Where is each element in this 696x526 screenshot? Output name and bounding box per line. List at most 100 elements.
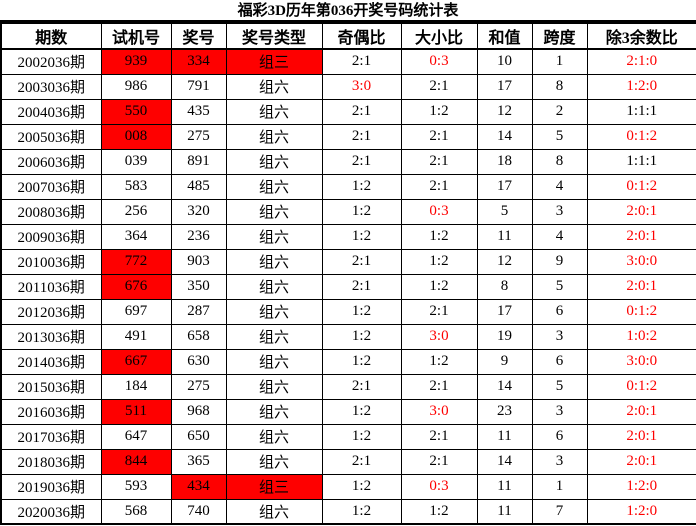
cell-mod3-ratio: 1:0:2: [586, 323, 696, 350]
cell-prize-number: 236: [170, 223, 227, 250]
cell-big-small-ratio: 2:1: [400, 173, 478, 200]
cell-mod3-ratio: 0:1:2: [586, 298, 696, 325]
cell-span: 5: [531, 273, 588, 300]
table-row: 2008036期 256 320 组六 1:2 0:3 5 3 2:0:1: [0, 198, 696, 225]
cell-test-number: 697: [100, 298, 172, 325]
cell-span: 6: [531, 423, 588, 450]
cell-odd-even-ratio: 1:2: [321, 223, 402, 250]
cell-sum: 17: [476, 73, 533, 100]
cell-period: 2019036期: [0, 473, 102, 500]
cell-prize-number: 740: [170, 498, 227, 525]
cell-sum: 9: [476, 348, 533, 375]
table-row: 2013036期 491 658 组六 1:2 3:0 19 3 1:0:2: [0, 323, 696, 350]
cell-span: 9: [531, 248, 588, 275]
lottery-history-table: 期数 试机号 奖号 奖号类型 奇偶比 大小比 和值 跨度 除3余数比 20020…: [0, 22, 696, 525]
cell-odd-even-ratio: 3:0: [321, 73, 402, 100]
cell-prize-type: 组六: [225, 423, 323, 450]
cell-prize-type: 组六: [225, 323, 323, 350]
cell-test-number: 511: [100, 398, 172, 425]
cell-test-number: 008: [100, 123, 172, 150]
cell-test-number: 844: [100, 448, 172, 475]
cell-prize-number: 435: [170, 98, 227, 125]
column-header-period: 期数: [0, 22, 102, 50]
cell-period: 2003036期: [0, 73, 102, 100]
cell-span: 8: [531, 148, 588, 175]
cell-period: 2014036期: [0, 348, 102, 375]
lottery-stats-page: 福彩3D历年第036开奖号码统计表 期数 试机号 奖号 奖号类型 奇偶比 大小比…: [0, 0, 696, 526]
cell-period: 2004036期: [0, 98, 102, 125]
cell-sum: 11: [476, 473, 533, 500]
cell-odd-even-ratio: 1:2: [321, 173, 402, 200]
table-row: 2007036期 583 485 组六 1:2 2:1 17 4 0:1:2: [0, 173, 696, 200]
cell-span: 1: [531, 473, 588, 500]
cell-big-small-ratio: 2:1: [400, 298, 478, 325]
cell-prize-number: 365: [170, 448, 227, 475]
cell-period: 2018036期: [0, 448, 102, 475]
cell-odd-even-ratio: 2:1: [321, 448, 402, 475]
cell-period: 2008036期: [0, 198, 102, 225]
cell-sum: 17: [476, 173, 533, 200]
cell-prize-number: 791: [170, 73, 227, 100]
cell-sum: 19: [476, 323, 533, 350]
cell-big-small-ratio: 2:1: [400, 148, 478, 175]
cell-mod3-ratio: 1:2:0: [586, 498, 696, 525]
cell-test-number: 583: [100, 173, 172, 200]
cell-mod3-ratio: 0:1:2: [586, 123, 696, 150]
cell-span: 6: [531, 348, 588, 375]
cell-big-small-ratio: 0:3: [400, 48, 478, 75]
cell-prize-type: 组六: [225, 273, 323, 300]
cell-big-small-ratio: 1:2: [400, 248, 478, 275]
cell-sum: 5: [476, 198, 533, 225]
column-header-big-small-ratio: 大小比: [400, 22, 478, 50]
cell-span: 6: [531, 298, 588, 325]
cell-odd-even-ratio: 2:1: [321, 148, 402, 175]
cell-period: 2012036期: [0, 298, 102, 325]
cell-prize-type: 组六: [225, 298, 323, 325]
table-header: 期数 试机号 奖号 奖号类型 奇偶比 大小比 和值 跨度 除3余数比: [0, 22, 696, 50]
cell-prize-type: 组六: [225, 448, 323, 475]
cell-odd-even-ratio: 2:1: [321, 98, 402, 125]
cell-mod3-ratio: 2:0:1: [586, 423, 696, 450]
cell-prize-number: 275: [170, 373, 227, 400]
column-header-prize-type: 奖号类型: [225, 22, 323, 50]
table-row: 2020036期 568 740 组六 1:2 1:2 11 7 1:2:0: [0, 498, 696, 525]
cell-sum: 8: [476, 273, 533, 300]
column-header-sum: 和值: [476, 22, 533, 50]
cell-prize-type: 组六: [225, 123, 323, 150]
cell-mod3-ratio: 2:1:0: [586, 48, 696, 75]
cell-sum: 23: [476, 398, 533, 425]
cell-big-small-ratio: 1:2: [400, 98, 478, 125]
cell-mod3-ratio: 2:0:1: [586, 223, 696, 250]
cell-span: 3: [531, 323, 588, 350]
cell-sum: 14: [476, 373, 533, 400]
cell-prize-type: 组六: [225, 348, 323, 375]
cell-period: 2015036期: [0, 373, 102, 400]
column-header-span: 跨度: [531, 22, 588, 50]
cell-prize-number: 320: [170, 198, 227, 225]
table-row: 2018036期 844 365 组六 2:1 2:1 14 3 2:0:1: [0, 448, 696, 475]
table-row: 2009036期 364 236 组六 1:2 1:2 11 4 2:0:1: [0, 223, 696, 250]
cell-prize-number: 350: [170, 273, 227, 300]
cell-test-number: 550: [100, 98, 172, 125]
cell-big-small-ratio: 1:2: [400, 223, 478, 250]
cell-odd-even-ratio: 1:2: [321, 323, 402, 350]
cell-prize-number: 434: [170, 473, 227, 500]
page-title: 福彩3D历年第036开奖号码统计表: [0, 0, 696, 22]
table-row: 2003036期 986 791 组六 3:0 2:1 17 8 1:2:0: [0, 73, 696, 100]
cell-period: 2010036期: [0, 248, 102, 275]
cell-big-small-ratio: 1:2: [400, 348, 478, 375]
table-row: 2010036期 772 903 组六 2:1 1:2 12 9 3:0:0: [0, 248, 696, 275]
cell-span: 3: [531, 198, 588, 225]
header-row: 期数 试机号 奖号 奖号类型 奇偶比 大小比 和值 跨度 除3余数比: [0, 22, 696, 50]
cell-prize-number: 891: [170, 148, 227, 175]
cell-period: 2016036期: [0, 398, 102, 425]
cell-test-number: 676: [100, 273, 172, 300]
column-header-odd-even-ratio: 奇偶比: [321, 22, 402, 50]
cell-span: 5: [531, 373, 588, 400]
cell-test-number: 772: [100, 248, 172, 275]
cell-big-small-ratio: 2:1: [400, 423, 478, 450]
cell-prize-type: 组三: [225, 473, 323, 500]
cell-test-number: 939: [100, 48, 172, 75]
cell-mod3-ratio: 3:0:0: [586, 248, 696, 275]
table-row: 2004036期 550 435 组六 2:1 1:2 12 2 1:1:1: [0, 98, 696, 125]
